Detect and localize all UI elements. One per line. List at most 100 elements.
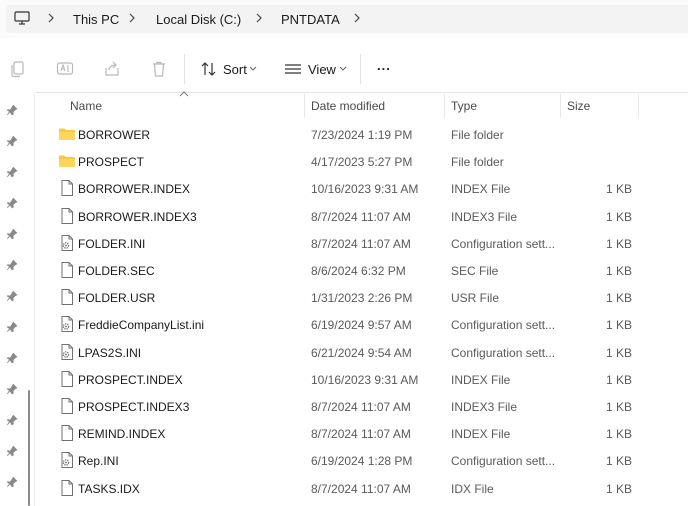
file-row[interactable]: BORROWER.INDEX3 8/7/2024 11:07 AM INDEX3 F… (46, 203, 688, 230)
file-row[interactable]: BORROWER 7/23/2024 1:19 PM File folder (46, 121, 688, 148)
column-header-size[interactable]: Size (567, 99, 590, 113)
file-icon (61, 262, 73, 278)
view-icon[interactable] (284, 62, 302, 76)
column-divider[interactable] (560, 94, 561, 118)
file-row[interactable]: BORROWER.INDEX 10/16/2023 9:31 AM INDEX Fi… (46, 175, 688, 202)
file-type: INDEX File (451, 427, 511, 442)
file-icon (61, 180, 73, 197)
nav-scrollbar[interactable] (28, 390, 30, 506)
column-header-name[interactable]: Name (70, 99, 102, 113)
file-row[interactable]: FOLDER.USR 1/31/2023 2:26 PM USR File 1 KB (46, 284, 688, 311)
file-date-modified: 8/7/2024 11:07 AM (311, 481, 411, 496)
column-header-date-modified[interactable]: Date modified (311, 99, 385, 113)
toolbar-divider (360, 54, 361, 84)
toolbar-separator (36, 92, 688, 93)
pin-icon[interactable] (6, 228, 18, 240)
toolbar-divider (184, 54, 185, 84)
file-size: 1 KB (605, 318, 632, 333)
file-name: PROSPECT.INDEX (78, 372, 183, 387)
column-divider[interactable] (444, 94, 445, 118)
chevron-right-icon[interactable] (254, 11, 264, 25)
file-date-modified: 1/31/2023 2:26 PM (311, 291, 413, 306)
file-size: 1 KB (605, 427, 632, 442)
file-size: 1 KB (605, 209, 632, 224)
file-row[interactable]: LPAS2S.INI 6/21/2024 9:54 AM Configuration… (46, 339, 688, 366)
file-row[interactable]: TASKS.IDX 8/7/2024 11:07 AM IDX File 1 KB (46, 475, 688, 502)
pin-icon[interactable] (6, 104, 18, 116)
file-name: REMIND.INDEX (78, 427, 166, 442)
pin-icon[interactable] (6, 476, 18, 488)
file-date-modified: 8/6/2024 6:32 PM (311, 264, 406, 278)
pin-icon[interactable] (6, 414, 18, 426)
file-date-modified: 4/17/2023 5:27 PM (311, 155, 413, 170)
file-type: SEC File (451, 264, 499, 278)
copy-icon[interactable] (10, 60, 28, 78)
delete-icon[interactable] (150, 60, 168, 78)
file-icon (61, 398, 73, 414)
file-row[interactable]: REMIND.INDEX 8/7/2024 11:07 AM INDEX File 1… (46, 420, 688, 447)
file-size: 1 KB (605, 454, 632, 469)
file-name: TASKS.IDX (78, 481, 140, 496)
file-name: FOLDER.USR (78, 291, 156, 306)
file-name: BORROWER.INDEX (78, 182, 191, 197)
breadcrumb-this-pc[interactable]: This PC (73, 12, 119, 27)
chevron-right-icon[interactable] (127, 11, 137, 25)
file-date-modified: 8/7/2024 11:07 AM (311, 427, 411, 442)
file-icon (61, 479, 73, 496)
file-size: 1 KB (605, 236, 632, 251)
file-date-modified: 8/7/2024 11:07 AM (311, 236, 411, 251)
file-type: File folder (451, 155, 504, 170)
file-size: 1 KB (605, 372, 632, 387)
file-type: Configuration sett... (451, 345, 556, 360)
computer-icon[interactable] (14, 11, 30, 25)
pin-icon[interactable] (6, 352, 18, 364)
column-header-type[interactable]: Type (451, 99, 477, 113)
config-file-icon (61, 234, 73, 251)
file-name: FreddieCompanyList.ini (78, 318, 205, 333)
more-options-button[interactable]: ... (377, 58, 391, 73)
column-divider[interactable] (638, 94, 639, 118)
file-row[interactable]: PROSPECT.INDEX3 8/7/2024 11:07 AM INDEX3 F… (46, 393, 688, 420)
pin-icon[interactable] (6, 135, 18, 147)
column-divider[interactable] (304, 94, 305, 118)
view-button[interactable]: View (308, 62, 336, 77)
file-row[interactable]: Rep.INI 6/19/2024 1:28 PM Configuration se… (46, 447, 688, 474)
file-icon (61, 425, 73, 442)
file-type: Configuration sett... (451, 318, 556, 333)
file-row[interactable]: FOLDER.INI 8/7/2024 11:07 AM Configuration… (46, 230, 688, 257)
chevron-right-icon[interactable] (46, 11, 56, 25)
file-date-modified: 6/21/2024 9:54 AM (311, 345, 412, 360)
file-name: LPAS2S.INI (78, 345, 142, 360)
pin-icon[interactable] (6, 197, 18, 209)
file-type: Configuration sett... (451, 454, 556, 469)
breadcrumb-pntdata[interactable]: PNTDATA (281, 12, 340, 27)
breadcrumb-local-disk[interactable]: Local Disk (C:) (156, 12, 241, 27)
pin-icon[interactable] (6, 290, 18, 302)
pin-icon[interactable] (6, 383, 18, 395)
pin-icon[interactable] (6, 259, 18, 271)
rename-icon[interactable] (56, 60, 74, 78)
pin-icon[interactable] (6, 321, 18, 333)
config-file-icon (61, 452, 73, 469)
file-row[interactable]: PROSPECT 4/17/2023 5:27 PM File folder (46, 148, 688, 175)
file-row[interactable]: FOLDER.SEC 8/6/2024 6:32 PM SEC File 1 KB (46, 257, 688, 284)
pin-icon[interactable] (6, 445, 18, 457)
chevron-right-icon[interactable] (352, 11, 362, 25)
chevron-down-icon[interactable] (249, 66, 257, 72)
chevron-down-icon[interactable] (339, 66, 347, 72)
file-row[interactable]: PROSPECT.INDEX 10/16/2023 9:31 AM INDEX Fi… (46, 366, 688, 393)
share-icon[interactable] (103, 60, 121, 78)
file-date-modified: 6/19/2024 9:57 AM (311, 318, 412, 333)
file-size: 1 KB (605, 400, 632, 414)
sort-button[interactable]: Sort (223, 62, 247, 77)
sort-icon[interactable] (200, 61, 218, 77)
file-name: PROSPECT.INDEX3 (78, 400, 190, 414)
file-date-modified: 6/19/2024 1:28 PM (311, 454, 413, 469)
file-size: 1 KB (605, 264, 632, 278)
file-size: 1 KB (605, 345, 632, 360)
file-type: USR File (451, 291, 500, 306)
file-size: 1 KB (605, 291, 632, 306)
file-row[interactable]: FreddieCompanyList.ini 6/19/2024 9:57 AM C… (46, 311, 688, 338)
folder-icon (59, 155, 75, 168)
pin-icon[interactable] (6, 166, 18, 178)
